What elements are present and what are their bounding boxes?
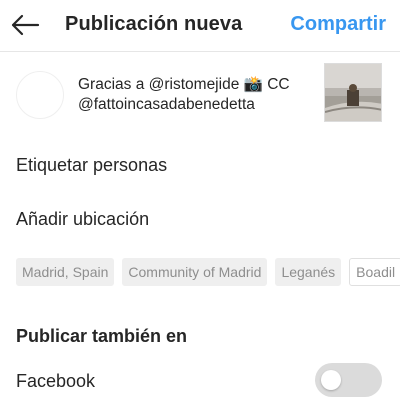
toggle-knob [321, 370, 341, 390]
caption-input[interactable]: Gracias a @ristomejide 📸 CC @fattoincasa… [78, 75, 308, 115]
avatar [16, 71, 64, 119]
location-chip[interactable]: Boadil [349, 258, 400, 286]
facebook-label: Facebook [16, 371, 96, 391]
share-also-heading: Publicar también en [16, 326, 188, 346]
post-thumbnail[interactable] [324, 63, 382, 122]
add-location-item[interactable]: Añadir ubicación [16, 209, 149, 230]
page-title: Publicación nueva [65, 13, 243, 35]
location-suggestions: Madrid, Spain Community of Madrid Leganés B… [16, 258, 400, 286]
facebook-toggle[interactable] [315, 363, 382, 397]
location-chip[interactable]: Madrid, Spain [16, 258, 115, 286]
location-chip[interactable]: Community of Madrid [122, 258, 268, 286]
caption-line: @fattoincasadabenedetta [78, 96, 255, 113]
top-bar: Publicación nueva Compartir [0, 0, 400, 52]
arrow-left-icon [11, 14, 40, 36]
tag-people-item[interactable]: Etiquetar personas [16, 155, 167, 176]
caption-line: Gracias a @ristomejide 📸 CC [78, 76, 290, 93]
location-chip[interactable]: Leganés [275, 258, 342, 286]
post-preview: Gracias a @ristomejide 📸 CC @fattoincasa… [0, 53, 400, 137]
share-button[interactable]: Compartir [290, 13, 386, 36]
photo-thumbnail-image [325, 64, 381, 121]
back-button[interactable] [8, 10, 42, 40]
